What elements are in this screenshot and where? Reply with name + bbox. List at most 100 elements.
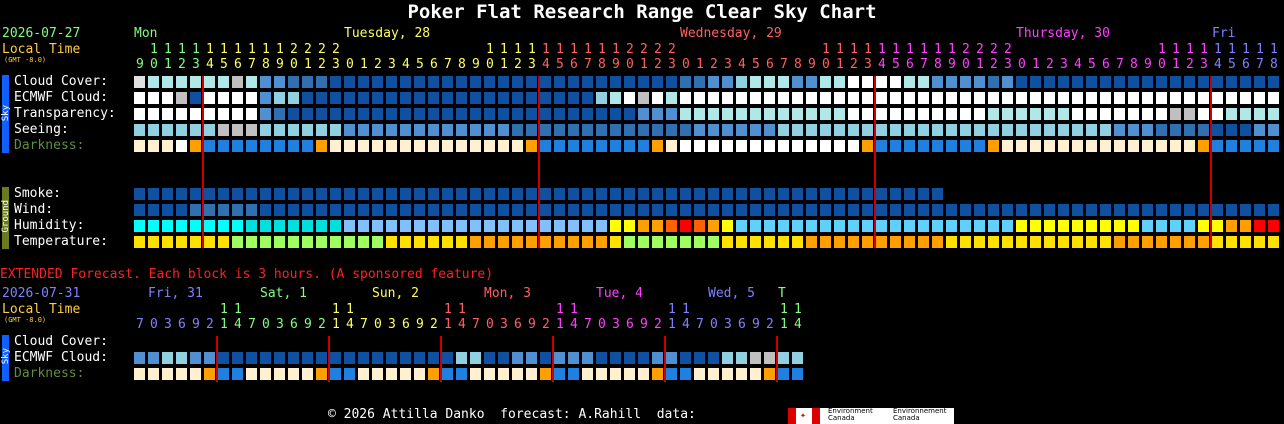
forecast-cell[interactable]: [932, 92, 943, 104]
forecast-cell[interactable]: [148, 140, 159, 152]
forecast-cell[interactable]: [680, 92, 691, 104]
forecast-cell[interactable]: [1170, 204, 1181, 216]
forecast-cell[interactable]: [918, 236, 929, 248]
forecast-cell[interactable]: [1142, 140, 1153, 152]
forecast-cell[interactable]: [694, 220, 705, 232]
forecast-cell[interactable]: [708, 140, 719, 152]
forecast-cell[interactable]: [652, 188, 663, 200]
forecast-cell[interactable]: [960, 108, 971, 120]
forecast-cell[interactable]: [428, 76, 439, 88]
forecast-cell[interactable]: [204, 124, 215, 136]
forecast-cell[interactable]: [1142, 92, 1153, 104]
forecast-cell[interactable]: [708, 76, 719, 88]
forecast-cell[interactable]: [1072, 236, 1083, 248]
forecast-cell[interactable]: [750, 140, 761, 152]
ext-forecast-cell[interactable]: [484, 368, 495, 380]
forecast-cell[interactable]: [1016, 140, 1027, 152]
forecast-cell[interactable]: [820, 92, 831, 104]
forecast-cell[interactable]: [568, 92, 579, 104]
forecast-cell[interactable]: [344, 76, 355, 88]
forecast-cell[interactable]: [624, 140, 635, 152]
forecast-cell[interactable]: [918, 76, 929, 88]
forecast-cell[interactable]: [260, 92, 271, 104]
forecast-cell[interactable]: [148, 236, 159, 248]
forecast-cell[interactable]: [652, 140, 663, 152]
forecast-cell[interactable]: [218, 92, 229, 104]
forecast-cell[interactable]: [610, 76, 621, 88]
forecast-cell[interactable]: [1002, 108, 1013, 120]
ext-forecast-cell[interactable]: [232, 352, 243, 364]
forecast-cell[interactable]: [596, 76, 607, 88]
forecast-cell[interactable]: [890, 124, 901, 136]
ext-forecast-cell[interactable]: [442, 352, 453, 364]
forecast-cell[interactable]: [932, 236, 943, 248]
forecast-cell[interactable]: [554, 188, 565, 200]
ext-forecast-cell[interactable]: [736, 368, 747, 380]
forecast-cell[interactable]: [512, 188, 523, 200]
forecast-cell[interactable]: [288, 108, 299, 120]
forecast-cell[interactable]: [1184, 204, 1195, 216]
forecast-cell[interactable]: [1002, 124, 1013, 136]
forecast-cell[interactable]: [1170, 220, 1181, 232]
forecast-cell[interactable]: [1128, 220, 1139, 232]
forecast-cell[interactable]: [904, 124, 915, 136]
forecast-cell[interactable]: [330, 220, 341, 232]
forecast-cell[interactable]: [1156, 124, 1167, 136]
forecast-cell[interactable]: [456, 220, 467, 232]
forecast-cell[interactable]: [1212, 236, 1223, 248]
forecast-cell[interactable]: [260, 220, 271, 232]
forecast-cell[interactable]: [1240, 92, 1251, 104]
forecast-cell[interactable]: [372, 220, 383, 232]
forecast-cell[interactable]: [1128, 92, 1139, 104]
forecast-cell[interactable]: [750, 76, 761, 88]
forecast-cell[interactable]: [974, 108, 985, 120]
forecast-cell[interactable]: [386, 92, 397, 104]
forecast-cell[interactable]: [204, 188, 215, 200]
forecast-cell[interactable]: [652, 124, 663, 136]
forecast-cell[interactable]: [876, 108, 887, 120]
forecast-cell[interactable]: [512, 140, 523, 152]
forecast-cell[interactable]: [680, 188, 691, 200]
forecast-cell[interactable]: [764, 76, 775, 88]
forecast-cell[interactable]: [666, 76, 677, 88]
forecast-cell[interactable]: [638, 236, 649, 248]
forecast-cell[interactable]: [610, 108, 621, 120]
forecast-cell[interactable]: [806, 204, 817, 216]
forecast-cell[interactable]: [1016, 204, 1027, 216]
ext-forecast-cell[interactable]: [316, 368, 327, 380]
forecast-cell[interactable]: [428, 124, 439, 136]
forecast-cell[interactable]: [302, 188, 313, 200]
ext-forecast-cell[interactable]: [204, 352, 215, 364]
forecast-cell[interactable]: [806, 140, 817, 152]
forecast-cell[interactable]: [1240, 204, 1251, 216]
forecast-cell[interactable]: [1198, 124, 1209, 136]
forecast-cell[interactable]: [694, 140, 705, 152]
forecast-cell[interactable]: [974, 140, 985, 152]
forecast-cell[interactable]: [1128, 124, 1139, 136]
forecast-cell[interactable]: [1016, 108, 1027, 120]
ext-forecast-cell[interactable]: [568, 368, 579, 380]
forecast-cell[interactable]: [834, 92, 845, 104]
forecast-cell[interactable]: [148, 188, 159, 200]
forecast-cell[interactable]: [1100, 204, 1111, 216]
forecast-cell[interactable]: [358, 220, 369, 232]
forecast-cell[interactable]: [386, 140, 397, 152]
forecast-cell[interactable]: [1044, 108, 1055, 120]
forecast-cell[interactable]: [526, 76, 537, 88]
forecast-cell[interactable]: [190, 108, 201, 120]
forecast-cell[interactable]: [694, 108, 705, 120]
forecast-cell[interactable]: [358, 140, 369, 152]
forecast-cell[interactable]: [582, 188, 593, 200]
forecast-cell[interactable]: [638, 92, 649, 104]
forecast-cell[interactable]: [666, 220, 677, 232]
ext-forecast-cell[interactable]: [596, 352, 607, 364]
forecast-cell[interactable]: [736, 124, 747, 136]
forecast-cell[interactable]: [708, 188, 719, 200]
forecast-cell[interactable]: [386, 124, 397, 136]
forecast-cell[interactable]: [358, 92, 369, 104]
forecast-cell[interactable]: [974, 220, 985, 232]
forecast-cell[interactable]: [624, 92, 635, 104]
forecast-cell[interactable]: [932, 140, 943, 152]
forecast-cell[interactable]: [582, 140, 593, 152]
forecast-cell[interactable]: [918, 188, 929, 200]
